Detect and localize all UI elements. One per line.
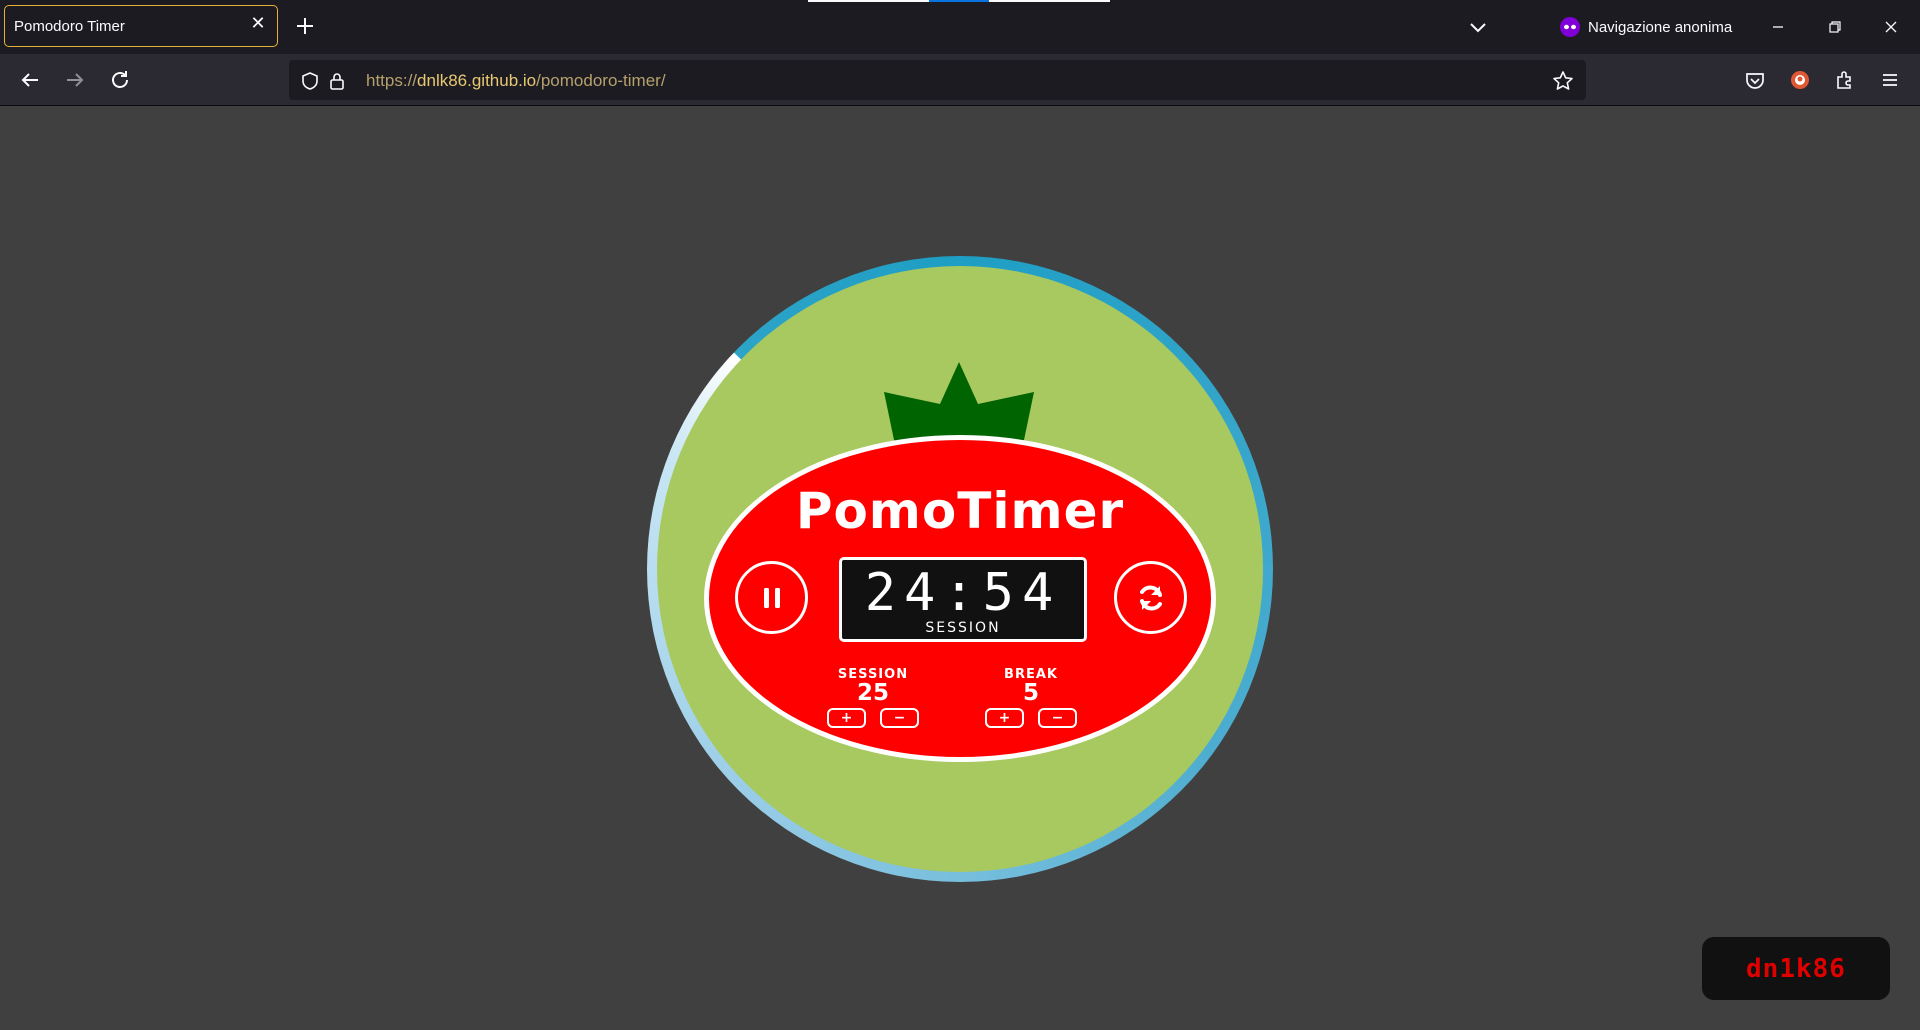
forward-arrow-icon[interactable]	[61, 66, 89, 94]
private-browsing-indicator: Navigazione anonima	[1560, 14, 1732, 40]
timer-display: 24:54 SESSION	[839, 557, 1087, 642]
chevron-down-icon[interactable]	[1466, 15, 1490, 39]
lock-icon[interactable]	[326, 70, 348, 92]
timer-mode: SESSION	[925, 620, 1001, 636]
close-icon[interactable]: ✕	[249, 15, 267, 33]
break-value: 5	[1022, 680, 1039, 706]
pocket-icon[interactable]	[1741, 66, 1769, 94]
refresh-icon	[1139, 585, 1162, 610]
url-text[interactable]: https://dnlk86.github.io/pomodoro-timer/	[366, 71, 666, 91]
window-close-icon[interactable]	[1876, 12, 1906, 42]
author-signature-link[interactable]: dn1k86	[1702, 937, 1890, 1000]
reset-button[interactable]	[1114, 561, 1187, 634]
tab-title: Pomodoro Timer	[14, 18, 125, 35]
session-setting: SESSION 25 + −	[827, 667, 919, 728]
back-arrow-icon[interactable]	[16, 66, 44, 94]
url-path: /pomodoro-timer/	[536, 71, 666, 90]
star-icon[interactable]	[1552, 70, 1574, 92]
url-host: dnlk86.github.io	[417, 71, 537, 90]
tomato-body: PomoTimer 24:54 SESSION SESSION 25 + − B…	[704, 435, 1216, 762]
pause-icon	[763, 587, 780, 608]
session-decrement-button[interactable]: −	[880, 708, 919, 728]
minimize-icon[interactable]	[1763, 12, 1793, 42]
browser-tab-active[interactable]: Pomodoro Timer ✕	[4, 5, 278, 47]
browser-titlebar: Pomodoro Timer ✕ Navigazione anonima	[0, 0, 1920, 54]
restore-icon[interactable]	[1820, 12, 1850, 42]
extensions-icon[interactable]	[1831, 66, 1859, 94]
shield-icon[interactable]	[299, 70, 321, 92]
plus-icon[interactable]	[293, 14, 317, 38]
session-increment-button[interactable]: +	[827, 708, 866, 728]
reload-icon[interactable]	[106, 66, 134, 94]
tab-indicator-accent	[929, 0, 989, 2]
pause-button[interactable]	[735, 561, 808, 634]
break-setting: BREAK 5 + −	[985, 667, 1077, 728]
url-scheme: https://	[366, 71, 418, 90]
app-title: PomoTimer	[795, 482, 1125, 540]
private-mask-icon	[1560, 17, 1580, 37]
timer-time: 24:54	[864, 563, 1062, 623]
break-decrement-button[interactable]: −	[1038, 708, 1077, 728]
break-increment-button[interactable]: +	[985, 708, 1024, 728]
browser-navbar: https://dnlk86.github.io/pomodoro-timer/	[0, 54, 1920, 106]
menu-icon[interactable]	[1876, 66, 1904, 94]
private-mode-label: Navigazione anonima	[1588, 18, 1733, 36]
session-value: 25	[856, 680, 889, 706]
duckduckgo-icon[interactable]	[1786, 66, 1814, 94]
url-bar[interactable]: https://dnlk86.github.io/pomodoro-timer/	[289, 60, 1586, 100]
